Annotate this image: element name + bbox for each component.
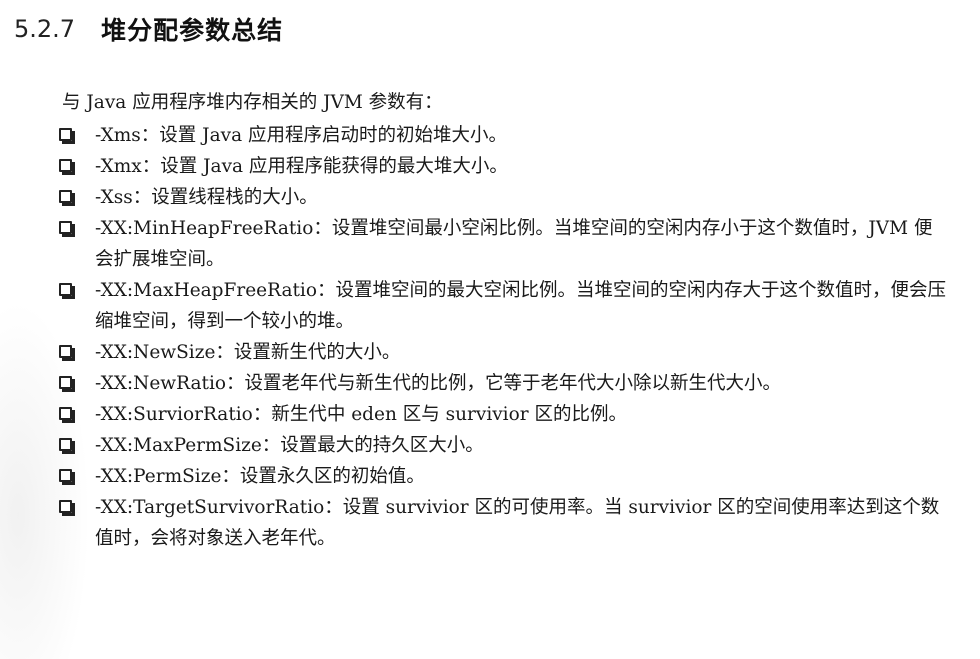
checkbox-square-icon bbox=[59, 128, 75, 144]
checkbox-square-icon bbox=[59, 376, 75, 392]
section-number: 5.2.7 bbox=[14, 15, 76, 43]
list-item: -XX:NewSize：设置新生代的大小。 bbox=[55, 337, 950, 368]
list-item: -XX:NewRatio：设置老年代与新生代的比例，它等于老年代大小除以新生代大… bbox=[55, 368, 950, 399]
checkbox-square-icon bbox=[59, 283, 75, 299]
checkbox-square-icon bbox=[59, 221, 75, 237]
list-item: -XX:MaxHeapFreeRatio：设置堆空间的最大空闲比例。当堆空间的空… bbox=[55, 275, 950, 337]
checkbox-square-icon bbox=[59, 469, 75, 485]
list-item: -XX:MinHeapFreeRatio：设置堆空间最小空闲比例。当堆空间的空闲… bbox=[55, 213, 950, 275]
list-item: -XX:TargetSurvivorRatio：设置 survivior 区的可… bbox=[55, 492, 950, 554]
list-item-text: -XX:PermSize：设置永久区的初始值。 bbox=[95, 466, 425, 487]
checkbox-square-icon bbox=[59, 438, 75, 454]
section-heading: 5.2.7 堆分配参数总结 bbox=[14, 12, 283, 46]
parameter-list: -Xms：设置 Java 应用程序启动时的初始堆大小。 -Xmx：设置 Java… bbox=[55, 120, 950, 554]
list-item: -XX:MaxPermSize：设置最大的持久区大小。 bbox=[55, 430, 950, 461]
list-item: -XX:PermSize：设置永久区的初始值。 bbox=[55, 461, 950, 492]
list-item-text: -XX:MinHeapFreeRatio：设置堆空间最小空闲比例。当堆空间的空闲… bbox=[95, 218, 933, 270]
list-item: -Xss：设置线程栈的大小。 bbox=[55, 182, 950, 213]
checkbox-square-icon bbox=[59, 407, 75, 423]
checkbox-square-icon bbox=[59, 190, 75, 206]
list-item-text: -XX:NewRatio：设置老年代与新生代的比例，它等于老年代大小除以新生代大… bbox=[95, 373, 782, 394]
list-item-text: -Xms：设置 Java 应用程序启动时的初始堆大小。 bbox=[95, 125, 507, 146]
list-item-text: -XX:NewSize：设置新生代的大小。 bbox=[95, 342, 401, 363]
list-item-text: -XX:MaxHeapFreeRatio：设置堆空间的最大空闲比例。当堆空间的空… bbox=[95, 280, 946, 332]
list-item: -Xmx：设置 Java 应用程序能获得的最大堆大小。 bbox=[55, 151, 950, 182]
intro-paragraph: 与 Java 应用程序堆内存相关的 JVM 参数有： bbox=[62, 92, 443, 113]
list-item-text: -Xmx：设置 Java 应用程序能获得的最大堆大小。 bbox=[95, 156, 508, 177]
list-item-text: -XX:MaxPermSize：设置最大的持久区大小。 bbox=[95, 435, 484, 456]
section-title: 堆分配参数总结 bbox=[101, 16, 284, 45]
checkbox-square-icon bbox=[59, 500, 75, 516]
list-item-text: -Xss：设置线程栈的大小。 bbox=[95, 187, 318, 208]
list-item: -XX:SurviorRatio：新生代中 eden 区与 survivior … bbox=[55, 399, 950, 430]
list-item: -Xms：设置 Java 应用程序启动时的初始堆大小。 bbox=[55, 120, 950, 151]
checkbox-square-icon bbox=[59, 345, 75, 361]
list-item-text: -XX:TargetSurvivorRatio：设置 survivior 区的可… bbox=[95, 497, 940, 549]
checkbox-square-icon bbox=[59, 159, 75, 175]
list-item-text: -XX:SurviorRatio：新生代中 eden 区与 survivior … bbox=[95, 404, 627, 425]
document-page: 5.2.7 堆分配参数总结 与 Java 应用程序堆内存相关的 JVM 参数有：… bbox=[0, 0, 980, 659]
